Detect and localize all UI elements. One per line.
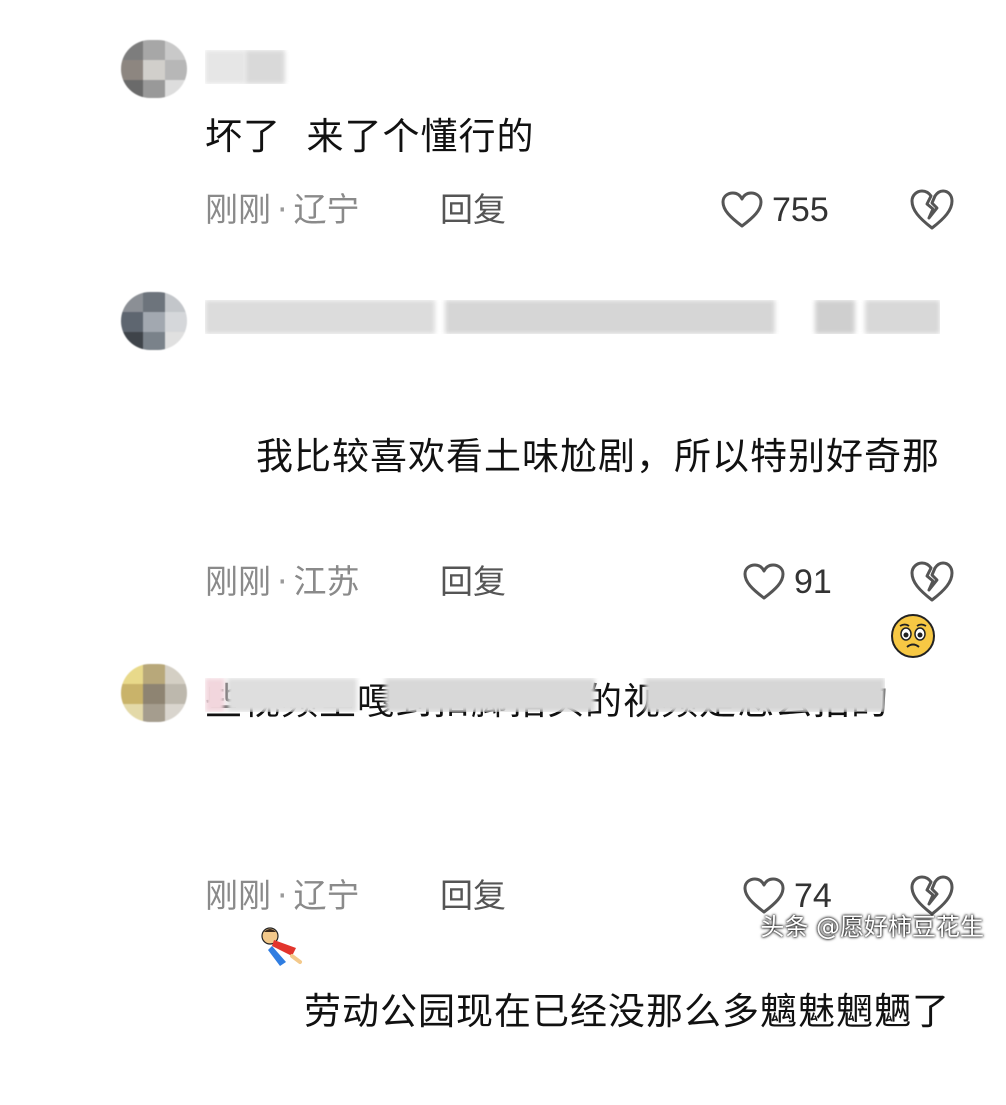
comment-time: 刚刚	[205, 876, 271, 915]
reply-button[interactable]: 回复	[440, 188, 506, 232]
username-blurred[interactable]	[205, 678, 885, 712]
comment-meta: 刚刚 · 江苏	[205, 560, 360, 604]
avatar[interactable]	[121, 292, 187, 350]
avatar[interactable]	[121, 664, 187, 722]
like-count: 755	[772, 190, 829, 229]
comment-time: 刚刚	[205, 562, 271, 601]
username-blurred[interactable]	[205, 50, 295, 84]
dislike-button[interactable]	[908, 560, 956, 604]
broken-heart-icon	[910, 561, 954, 602]
broken-heart-icon	[910, 189, 954, 230]
comment-text-content: 劳动公园现在已经没那么多魑魅魍魉了	[304, 990, 951, 1033]
dislike-button[interactable]	[908, 188, 956, 232]
heart-icon	[721, 191, 763, 228]
username-blurred[interactable]	[205, 300, 940, 334]
comment-time: 刚刚	[205, 190, 271, 229]
pleading-face-emoji	[889, 488, 937, 658]
avatar[interactable]	[121, 40, 187, 98]
reply-button[interactable]: 回复	[440, 874, 506, 918]
comment-location: 辽宁	[293, 876, 360, 915]
separator-dot: ·	[277, 562, 288, 601]
comment-location: 江苏	[293, 562, 360, 601]
comment-meta: 刚刚 · 辽宁	[205, 188, 360, 232]
heart-icon	[743, 563, 785, 600]
like-count: 91	[794, 562, 832, 601]
comment-text: 坏了 来了个懂行的	[205, 115, 535, 158]
reply-button[interactable]: 回复	[440, 560, 506, 604]
like-button[interactable]: 91	[742, 560, 832, 604]
like-button[interactable]: 755	[720, 188, 829, 232]
watermark: 头条 @愿好柿豆花生	[760, 913, 984, 941]
flying-doll-sticker	[256, 798, 304, 966]
separator-dot: ·	[277, 876, 288, 915]
separator-dot: ·	[277, 190, 288, 229]
comment-location: 辽宁	[293, 190, 360, 229]
comment-meta: 刚刚 · 辽宁	[205, 874, 360, 918]
